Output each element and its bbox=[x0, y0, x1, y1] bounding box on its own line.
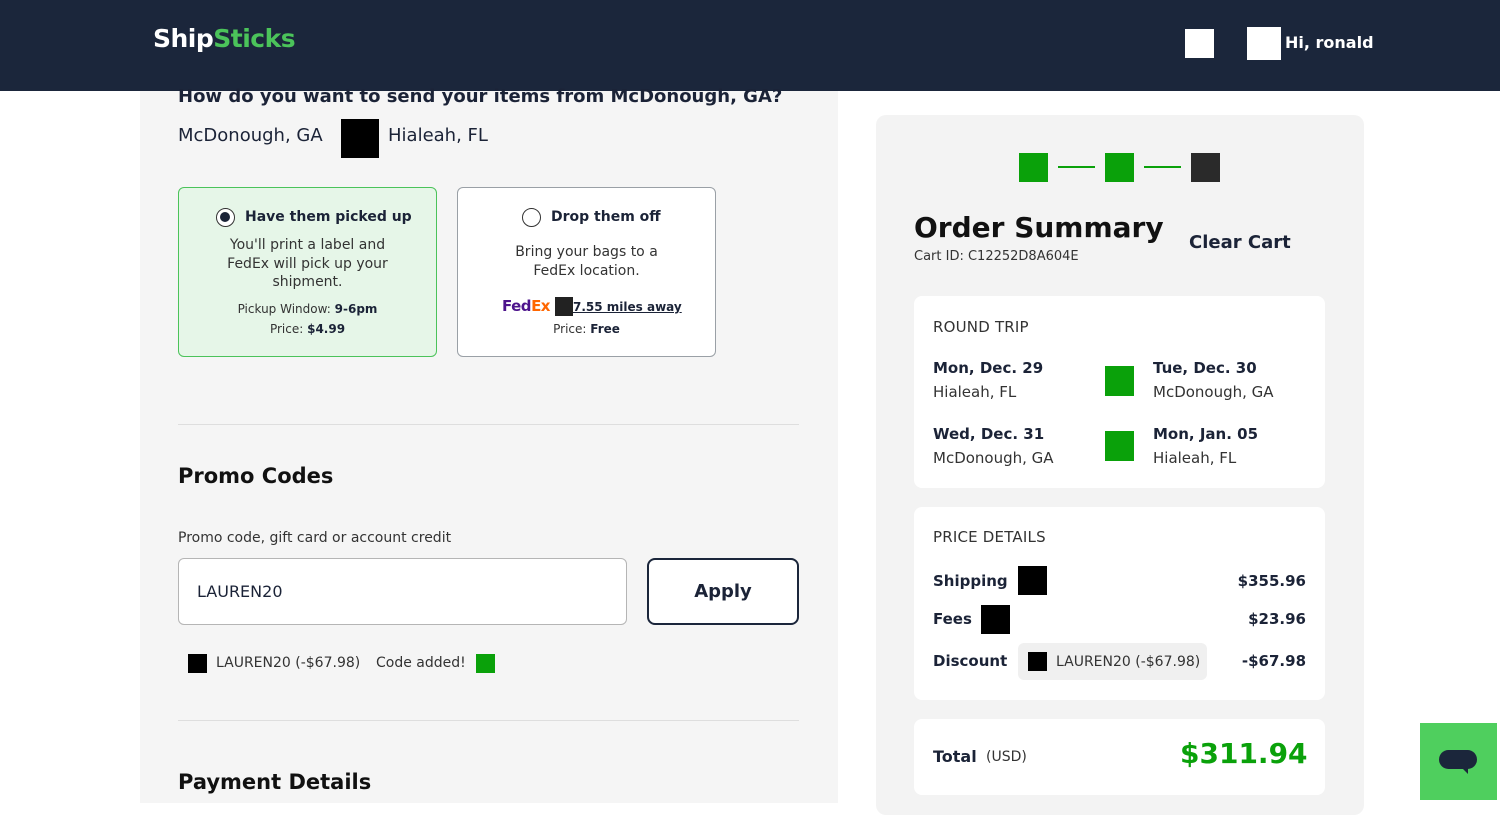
step-1-icon bbox=[1019, 153, 1048, 182]
check-icon bbox=[476, 654, 495, 673]
fedex-logo: FedEx bbox=[502, 297, 550, 315]
total-label: Total bbox=[933, 747, 977, 766]
total-currency: (USD) bbox=[986, 749, 1027, 765]
leg2-arrival-date: Mon, Jan. 05 bbox=[1153, 425, 1259, 443]
fedex-logo-fed: Fed bbox=[502, 297, 532, 315]
section-divider bbox=[178, 720, 799, 721]
leg2-departure-date: Wed, Dec. 31 bbox=[933, 425, 1045, 443]
leg2-arrival-city: Hialeah, FL bbox=[1153, 449, 1237, 467]
payment-details-heading: Payment Details bbox=[178, 770, 372, 794]
shipping-label: Shipping bbox=[933, 572, 1008, 590]
applied-promo-code: LAUREN20 (-$67.98) bbox=[216, 655, 361, 671]
pickup-price-label: Price: bbox=[269, 322, 304, 336]
logo-text-sticks: Sticks bbox=[213, 24, 296, 53]
promo-codes-heading: Promo Codes bbox=[178, 464, 334, 488]
pickup-window: Pickup Window: 9-6pm bbox=[179, 302, 436, 316]
leg1-departure-date: Mon, Dec. 29 bbox=[933, 359, 1044, 377]
shipsticks-logo[interactable]: ShipSticks bbox=[153, 24, 296, 53]
arrow-right-icon bbox=[1105, 431, 1134, 461]
pickup-option-title: Have them picked up bbox=[245, 209, 412, 225]
remove-icon[interactable] bbox=[188, 654, 207, 673]
clear-cart-button[interactable]: Clear Cart bbox=[1189, 232, 1291, 253]
route-destination: Hialeah, FL bbox=[388, 125, 488, 146]
leg1-arrival-city: McDonough, GA bbox=[1153, 383, 1274, 401]
pickup-option-description: You'll print a label and FedEx will pick… bbox=[227, 237, 388, 290]
cart-id: Cart ID: C12252D8A604E bbox=[914, 249, 1079, 264]
fedex-distance-link[interactable]: 7.55 miles away bbox=[573, 300, 682, 314]
route-origin: McDonough, GA bbox=[178, 125, 323, 146]
logo-text-ship: Ship bbox=[153, 24, 214, 53]
cart-icon[interactable] bbox=[1185, 29, 1214, 58]
location-pin-icon bbox=[555, 297, 573, 316]
dropoff-option-card[interactable]: Drop them off Bring your bags to a FedEx… bbox=[457, 187, 716, 357]
user-icon[interactable] bbox=[1247, 27, 1281, 60]
chat-icon bbox=[1439, 750, 1477, 769]
code-added-message: Code added! bbox=[376, 655, 466, 671]
info-icon[interactable] bbox=[981, 605, 1010, 634]
remove-icon[interactable] bbox=[1028, 652, 1047, 671]
trip-type-label: ROUND TRIP bbox=[933, 318, 1029, 336]
dropoff-option-description: Bring your bags to a FedEx location. bbox=[515, 244, 658, 279]
section-divider bbox=[178, 424, 799, 425]
step-2-icon bbox=[1105, 153, 1134, 182]
top-navigation-bar: ShipSticks Hi, ronald bbox=[0, 0, 1500, 91]
pickup-option-card[interactable]: Have them picked up You'll print a label… bbox=[178, 187, 437, 357]
fedex-logo-ex: Ex bbox=[531, 297, 550, 315]
step-3-icon bbox=[1191, 153, 1220, 182]
pickup-price-value: $4.99 bbox=[307, 322, 346, 336]
pickup-window-value: 9-6pm bbox=[334, 302, 378, 316]
dropoff-price-label: Price: bbox=[553, 322, 587, 336]
dropoff-price: Price: Free bbox=[458, 322, 715, 336]
promo-code-label: Promo code, gift card or account credit bbox=[178, 530, 452, 546]
apply-promo-button[interactable]: Apply bbox=[647, 558, 799, 625]
step-connector bbox=[1058, 166, 1095, 168]
leg1-departure-city: Hialeah, FL bbox=[933, 383, 1017, 401]
fees-value: $23.96 bbox=[1248, 610, 1306, 628]
price-details-heading: PRICE DETAILS bbox=[933, 528, 1046, 546]
chat-icon-tail bbox=[1460, 766, 1468, 774]
leg1-arrival-date: Tue, Dec. 30 bbox=[1153, 359, 1257, 377]
fees-label: Fees bbox=[933, 610, 972, 628]
step-connector bbox=[1144, 166, 1181, 168]
discount-value: -$67.98 bbox=[1241, 652, 1306, 670]
shipping-method-question: How do you want to send your items from … bbox=[178, 86, 783, 107]
pickup-price: Price: $4.99 bbox=[179, 322, 436, 336]
dropoff-radio[interactable] bbox=[522, 208, 541, 227]
pickup-radio[interactable] bbox=[216, 208, 235, 227]
info-icon[interactable] bbox=[1018, 566, 1047, 595]
arrow-right-icon bbox=[341, 119, 379, 158]
total-value: $311.94 bbox=[1180, 737, 1308, 770]
chat-widget-button[interactable] bbox=[1420, 723, 1497, 800]
discount-label: Discount bbox=[933, 652, 1008, 670]
user-greeting[interactable]: Hi, ronald bbox=[1285, 33, 1374, 52]
shipping-value: $355.96 bbox=[1237, 572, 1306, 590]
leg2-departure-city: McDonough, GA bbox=[933, 449, 1054, 467]
pickup-window-label: Pickup Window: bbox=[237, 302, 331, 316]
dropoff-price-value: Free bbox=[590, 322, 620, 336]
order-summary-title: Order Summary bbox=[914, 211, 1164, 244]
dropoff-option-title: Drop them off bbox=[551, 209, 661, 225]
discount-code-text: LAUREN20 (-$67.98) bbox=[1056, 654, 1201, 670]
arrow-right-icon bbox=[1105, 366, 1134, 396]
promo-code-input[interactable] bbox=[178, 558, 627, 625]
